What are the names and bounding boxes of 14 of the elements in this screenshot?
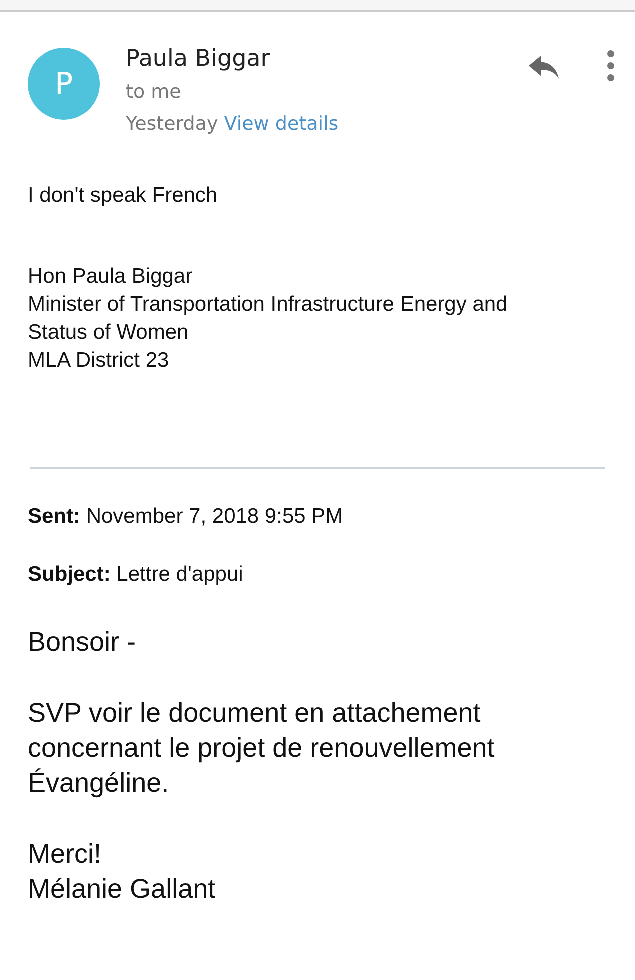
view-details-link[interactable]: View details bbox=[224, 108, 339, 140]
message-text: I don't speak French bbox=[28, 184, 219, 208]
signature-text: Hon Paula Biggar Minister of Transportation Infrastructure Energy and Status of Women MLA District 23 bbox=[28, 264, 509, 374]
reply-icon[interactable] bbox=[527, 54, 561, 80]
quoted-paragraph: SVP voir le document en attachement concernant le projet de renouvellement Évangéline. bbox=[28, 697, 496, 800]
quoted-header-line: Subject: Lettre d'appui bbox=[28, 563, 244, 587]
recipient-label: to me bbox=[126, 80, 182, 105]
quoted-paragraph: Bonsoir - bbox=[28, 626, 138, 659]
quoted-paragraph: Merci! Mélanie Gallant bbox=[28, 838, 217, 906]
sender-name: Paula Biggar bbox=[126, 45, 272, 74]
date-label: Yesterday bbox=[126, 112, 218, 137]
more-options-icon[interactable] bbox=[607, 50, 615, 82]
sender-avatar: P bbox=[28, 48, 100, 120]
quoted-header-line: Sent: November 7, 2018 9:55 PM bbox=[28, 505, 344, 529]
